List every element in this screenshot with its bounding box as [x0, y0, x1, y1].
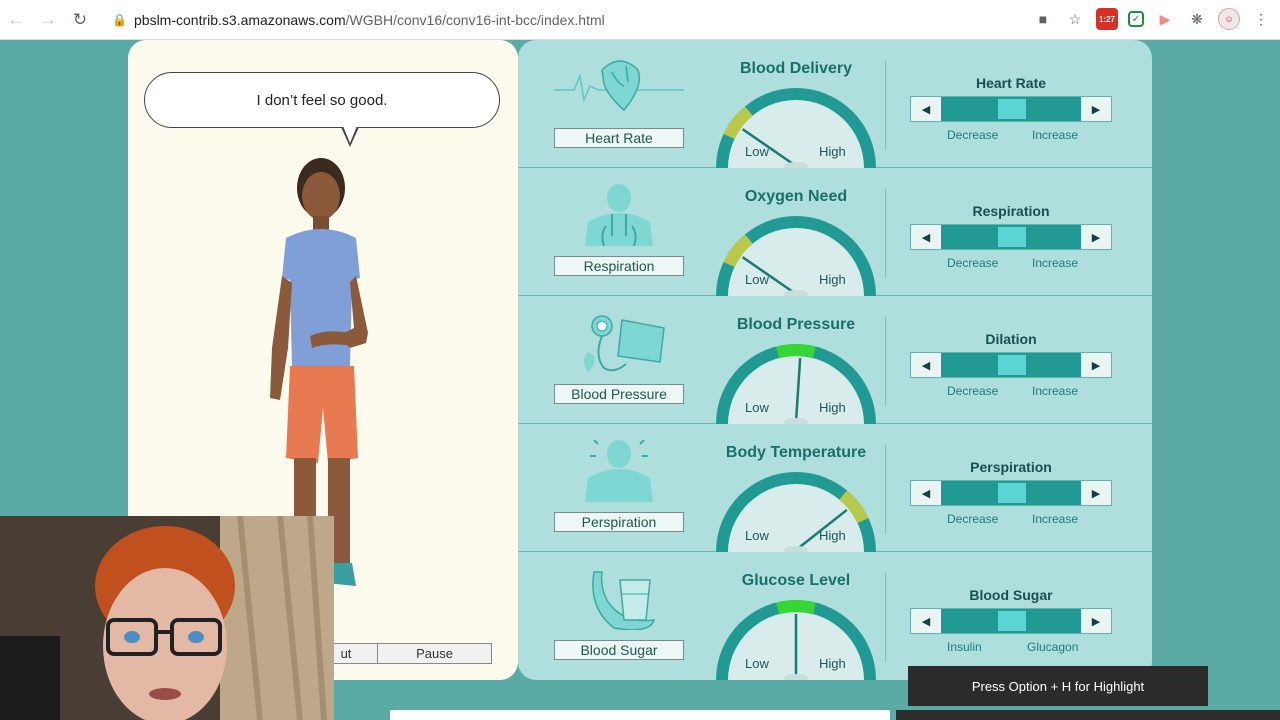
speech-bubble: I don’t feel so good. — [144, 72, 500, 128]
decrease-label: Decrease — [947, 384, 999, 398]
gauge-title: Glucose Level — [741, 572, 851, 589]
glucagon-label: Glucagon — [1027, 640, 1079, 654]
slider-title: Dilation — [985, 331, 1037, 347]
slider-thumb[interactable] — [998, 483, 1026, 503]
decrease-label: Decrease — [947, 256, 999, 270]
oxygen-need-gauge — [716, 216, 876, 296]
calendar-extension-icon[interactable]: 1:27 — [1096, 8, 1118, 30]
decrease-label: Decrease — [947, 128, 999, 142]
perspiration-slider[interactable]: ◀ ▶ — [910, 480, 1112, 506]
back-icon[interactable]: ← — [0, 10, 32, 30]
url-path: /WGBH/conv16/conv16-int-bcc/index.html — [345, 12, 605, 28]
reload-icon[interactable]: ↻ — [64, 10, 96, 30]
decrease-arrow-icon[interactable]: ◀ — [911, 97, 941, 121]
increase-label: Increase — [1032, 256, 1079, 270]
gauge-title: Oxygen Need — [744, 188, 848, 205]
extensions-bar: ■ ☆ 1:27 ✓ ▶ ❋ ☺ ⋮ — [1032, 8, 1272, 30]
gauge-low-label: Low — [745, 656, 769, 671]
pause-button[interactable]: Pause — [377, 643, 492, 664]
increase-label: Increase — [1032, 512, 1079, 526]
presenter-video — [0, 516, 334, 720]
highlight-hint: Press Option + H for Highlight — [908, 666, 1208, 706]
increase-arrow-icon[interactable]: ▶ — [1081, 353, 1111, 377]
gauge-high-label: High — [819, 272, 846, 287]
heart-rate-slider[interactable]: ◀ ▶ — [910, 96, 1112, 122]
increase-arrow-icon[interactable]: ▶ — [1081, 225, 1111, 249]
row-respiration: Respiration Oxygen Need Low High Respira… — [518, 168, 1152, 296]
slider-thumb[interactable] — [998, 611, 1026, 631]
browser-toolbar: ← → ↻ 🔒 pbslm-contrib.s3.amazonaws.com/W… — [0, 0, 1280, 40]
banana-glass-icon — [592, 571, 656, 630]
body-temperature-gauge — [716, 472, 876, 552]
row-blood-pressure: Blood Pressure Blood Pressure Low High D… — [518, 296, 1152, 424]
star-icon[interactable]: ☆ — [1064, 8, 1086, 30]
insulin-label: Insulin — [947, 640, 982, 654]
webcam-overlay — [0, 516, 334, 720]
lock-icon: 🔒 — [112, 13, 127, 27]
blood-pressure-cuff-icon — [584, 315, 665, 372]
menu-kebab-icon[interactable]: ⋮ — [1250, 8, 1272, 30]
url-host: pbslm-contrib.s3.amazonaws.com — [134, 12, 346, 28]
dilation-slider[interactable]: ◀ ▶ — [910, 352, 1112, 378]
slider-thumb[interactable] — [998, 227, 1026, 247]
slider-thumb[interactable] — [998, 355, 1026, 375]
gauge-low-label: Low — [745, 528, 769, 543]
puzzle-icon[interactable]: ❋ — [1186, 8, 1208, 30]
gauge-title: Body Temperature — [725, 444, 867, 461]
decrease-arrow-icon[interactable]: ◀ — [911, 481, 941, 505]
address-bar[interactable]: 🔒 pbslm-contrib.s3.amazonaws.com/WGBH/co… — [112, 6, 1004, 34]
perspiration-button[interactable]: Perspiration — [554, 512, 684, 532]
blood-sugar-slider[interactable]: ◀ ▶ — [910, 608, 1112, 634]
camera-icon[interactable]: ■ — [1032, 8, 1054, 30]
gauge-low-label: Low — [745, 400, 769, 415]
heart-rate-button[interactable]: Heart Rate — [554, 128, 684, 148]
row-perspiration: Perspiration Body Temperature Low High P… — [518, 424, 1152, 552]
blood-sugar-button[interactable]: Blood Sugar — [554, 640, 684, 660]
increase-arrow-icon[interactable]: ▶ — [1081, 97, 1111, 121]
speech-text: I don’t feel so good. — [256, 91, 388, 109]
decrease-arrow-icon[interactable]: ◀ — [911, 225, 941, 249]
row-blood-sugar: Blood Sugar Glucose Level Low High Blood… — [518, 552, 1152, 680]
play-extension-icon[interactable]: ▶ — [1154, 8, 1176, 30]
increase-label: Increase — [1032, 384, 1079, 398]
respiration-slider[interactable]: ◀ ▶ — [910, 224, 1112, 250]
profile-avatar[interactable]: ☺ — [1218, 8, 1240, 30]
decrease-arrow-icon[interactable]: ◀ — [911, 353, 941, 377]
gauge-low-label: Low — [745, 144, 769, 159]
body-systems-panel: Heart Rate Blood Delivery Low High Heart… — [518, 40, 1152, 680]
slider-title: Respiration — [972, 203, 1050, 219]
gauge-title: Blood Pressure — [736, 316, 856, 333]
heart-icon — [554, 60, 684, 112]
gauge-high-label: High — [819, 656, 846, 671]
gauge-high-label: High — [819, 400, 846, 415]
slider-thumb[interactable] — [998, 99, 1026, 119]
insulin-arrow-icon[interactable]: ◀ — [911, 609, 941, 633]
gauge-title: Blood Delivery — [739, 60, 853, 77]
slider-title: Blood Sugar — [969, 587, 1053, 603]
slider-title: Heart Rate — [975, 75, 1047, 91]
lungs-icon — [585, 184, 653, 246]
gauge-high-label: High — [819, 528, 846, 543]
gauge-high-label: High — [819, 144, 846, 159]
blood-pressure-gauge — [716, 344, 876, 424]
forward-icon[interactable]: → — [32, 10, 64, 30]
respiration-button[interactable]: Respiration — [554, 256, 684, 276]
glucose-level-gauge — [716, 600, 876, 680]
blood-delivery-gauge — [716, 88, 876, 168]
sweating-person-icon — [585, 440, 653, 502]
decrease-label: Decrease — [947, 512, 999, 526]
row-heart-rate: Heart Rate Blood Delivery Low High Heart… — [518, 40, 1152, 168]
glucagon-arrow-icon[interactable]: ▶ — [1081, 609, 1111, 633]
increase-label: Increase — [1032, 128, 1079, 142]
blood-pressure-button[interactable]: Blood Pressure — [554, 384, 684, 404]
gauge-low-label: Low — [745, 272, 769, 287]
increase-arrow-icon[interactable]: ▶ — [1081, 481, 1111, 505]
green-extension-icon[interactable]: ✓ — [1128, 11, 1144, 27]
slider-title: Perspiration — [970, 459, 1052, 475]
